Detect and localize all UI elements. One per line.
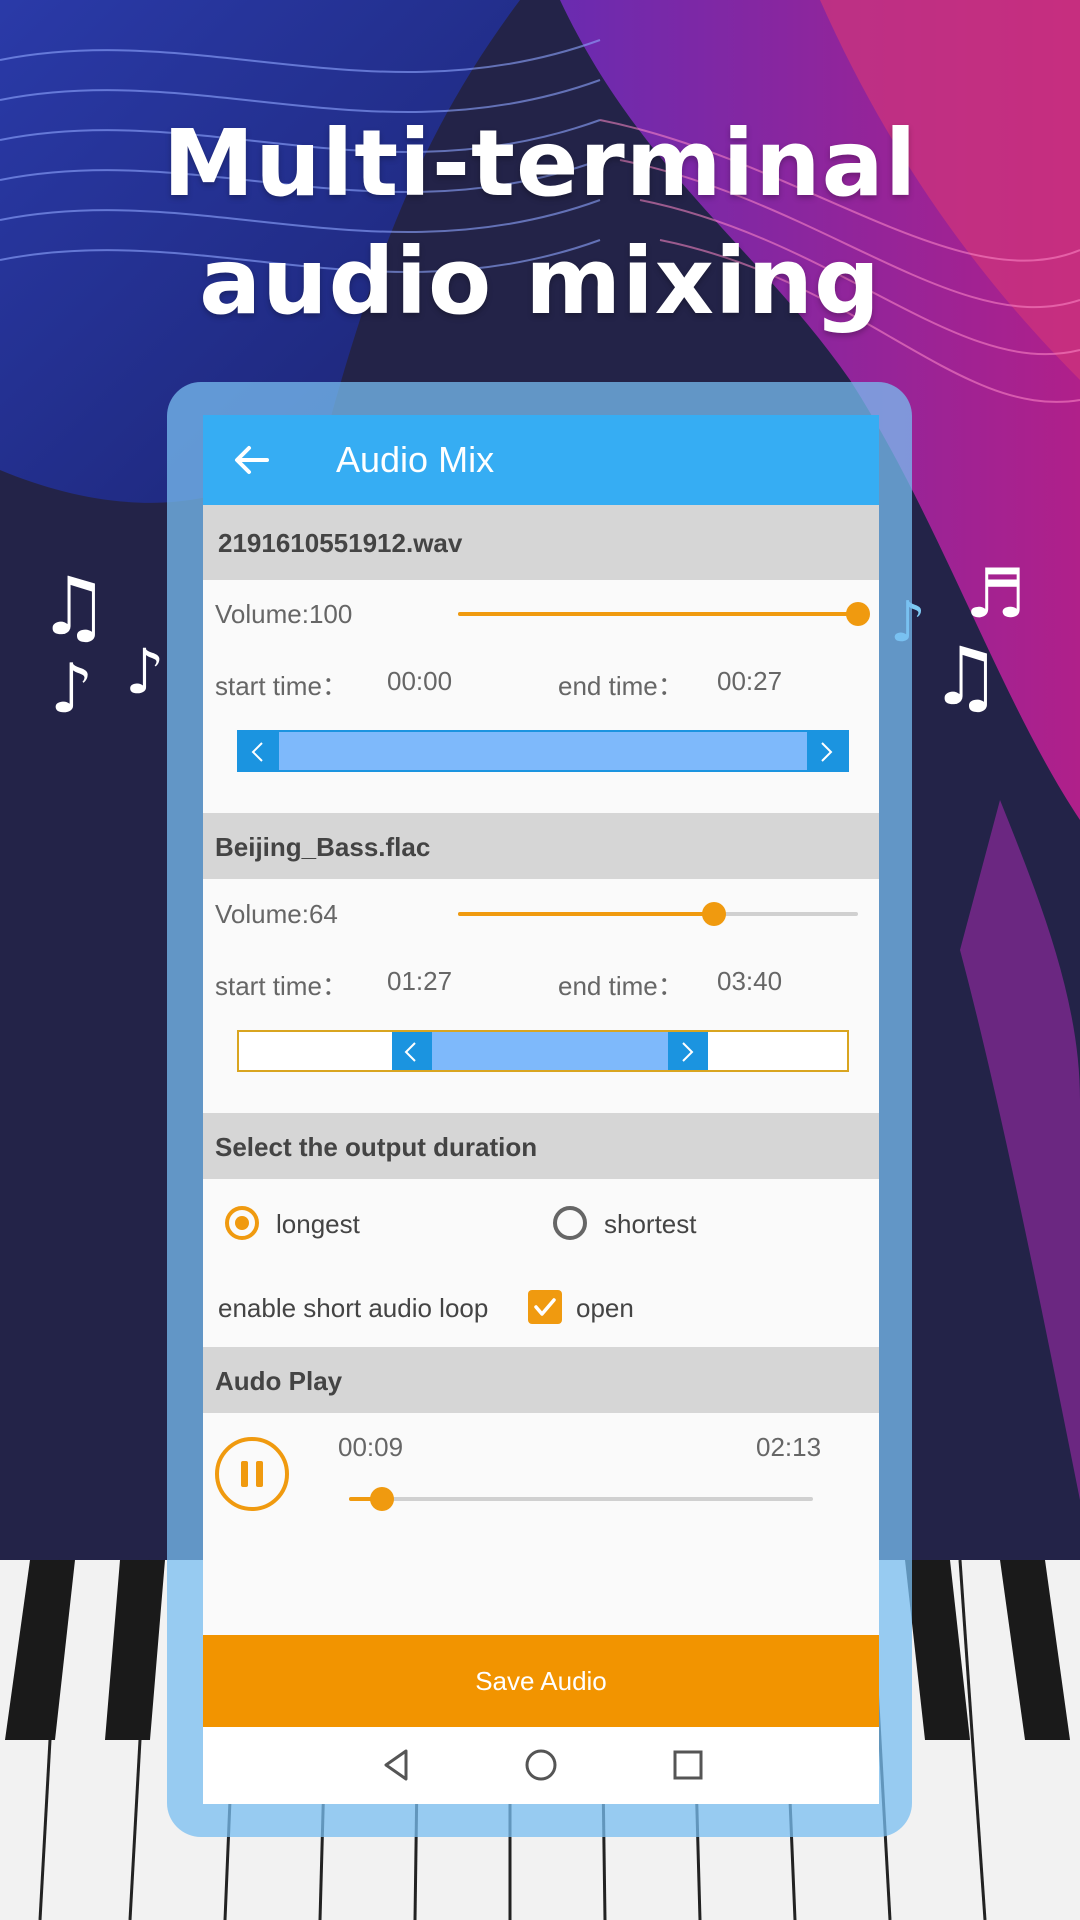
radio-shortest[interactable] xyxy=(553,1206,587,1240)
trim-range-bar[interactable] xyxy=(237,730,849,772)
volume-label: Volume:64 xyxy=(215,899,338,929)
end-time-label: end time： xyxy=(558,971,684,1001)
chevron-left-icon xyxy=(404,1042,416,1062)
start-time-value: 00:00 xyxy=(387,666,453,696)
pause-icon xyxy=(241,1461,248,1487)
end-time-value: 03:40 xyxy=(717,966,783,996)
loop-label: enable short audio loop xyxy=(218,1293,489,1323)
pause-icon xyxy=(256,1461,263,1487)
trim-end-handle[interactable] xyxy=(807,732,847,770)
volume-slider-thumb[interactable] xyxy=(846,602,870,626)
system-nav-bar xyxy=(203,1727,879,1804)
loop-checkbox-label[interactable]: open xyxy=(576,1293,634,1324)
end-time-label: end time： xyxy=(558,671,684,701)
home-circle-icon[interactable] xyxy=(521,1745,561,1785)
radio-longest[interactable] xyxy=(225,1206,259,1240)
pause-button[interactable] xyxy=(215,1437,289,1511)
music-note-icon: ♫ xyxy=(930,630,1002,723)
playback-track[interactable] xyxy=(349,1497,813,1501)
start-time-label: start time： xyxy=(215,971,348,1001)
trim-range-selection xyxy=(392,1032,708,1070)
start-time-value: 01:27 xyxy=(387,966,453,996)
arrow-left-icon[interactable] xyxy=(227,435,277,485)
current-time: 00:09 xyxy=(338,1432,404,1462)
section-title: Audo Play xyxy=(215,1366,343,1396)
music-note-icon: ♪ xyxy=(125,635,165,708)
radio-shortest-label[interactable]: shortest xyxy=(604,1209,697,1240)
promo-headline: Multi-terminal audio mixing xyxy=(0,105,1080,341)
radio-longest-label[interactable]: longest xyxy=(276,1209,360,1240)
music-note-icon: ♪ xyxy=(50,650,94,729)
playback-thumb[interactable] xyxy=(370,1487,394,1511)
app-bar: Audio Mix xyxy=(203,415,879,505)
trim-range-bar[interactable] xyxy=(237,1030,849,1072)
trim-range-selection xyxy=(239,732,847,770)
chevron-left-icon xyxy=(251,742,263,762)
section-title: Select the output duration xyxy=(215,1132,538,1162)
music-note-icon: ♫ xyxy=(38,560,110,653)
loop-checkbox[interactable] xyxy=(528,1290,562,1324)
end-time-value: 00:27 xyxy=(717,666,783,696)
volume-slider-fill xyxy=(458,912,714,916)
trim-start-handle[interactable] xyxy=(392,1032,432,1070)
volume-label: Volume:100 xyxy=(215,599,353,629)
track-header: 2191610551912.wav xyxy=(203,505,879,580)
track-file-name: Beijing_Bass.flac xyxy=(215,832,431,862)
chevron-right-icon xyxy=(682,1042,694,1062)
total-time: 02:13 xyxy=(756,1432,822,1462)
page-title: Audio Mix xyxy=(336,439,495,480)
headline-line-2: audio mixing xyxy=(199,228,881,335)
output-duration-header: Select the output duration xyxy=(203,1113,879,1179)
app-screen: Audio Mix 2191610551912.wav Volume:100 s… xyxy=(203,415,879,1804)
audio-play-header: Audo Play xyxy=(203,1347,879,1413)
back-triangle-icon[interactable] xyxy=(376,1745,416,1785)
save-audio-button[interactable]: Save Audio xyxy=(203,1635,879,1727)
trim-start-handle[interactable] xyxy=(239,732,279,770)
start-time-label: start time： xyxy=(215,671,348,701)
chevron-right-icon xyxy=(821,742,833,762)
trim-end-handle[interactable] xyxy=(668,1032,708,1070)
headline-line-1: Multi-terminal xyxy=(162,110,918,217)
music-note-icon: ♬ xyxy=(965,555,1026,634)
volume-slider-fill xyxy=(458,612,858,616)
checkmark-icon xyxy=(534,1298,556,1316)
track-file-name: 2191610551912.wav xyxy=(218,528,463,558)
track-header: Beijing_Bass.flac xyxy=(203,813,879,879)
recents-square-icon[interactable] xyxy=(668,1745,708,1785)
volume-slider-thumb[interactable] xyxy=(702,902,726,926)
